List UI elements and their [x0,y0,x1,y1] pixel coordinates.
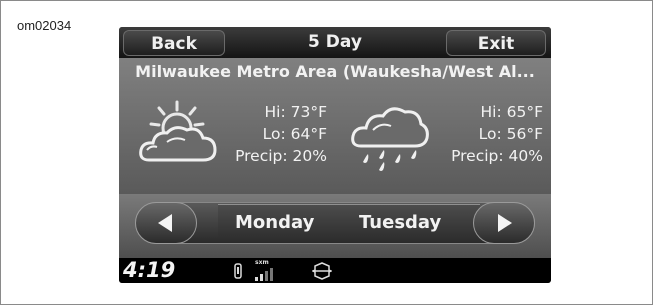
day1-lo: Lo: 64°F [262,125,327,143]
harley-logo-icon [312,262,332,280]
day1-precip: Precip: 20% [235,147,327,165]
page-title: 5 Day [308,32,362,52]
back-button[interactable]: Back [123,30,225,56]
day2-stats: Hi: 65°F Lo: 56°F Precip: 40% [429,101,543,167]
day-label-2[interactable]: Tuesday [359,202,441,244]
day1-stats: Hi: 73°F Lo: 64°F Precip: 20% [219,101,327,167]
exit-button[interactable]: Exit [446,30,546,56]
infotainment-screen: Back 5 Day Exit Milwaukee Metro Area (Wa… [119,27,551,283]
partly-cloudy-icon [139,100,217,162]
forecast-panel: Milwaukee Metro Area (Waukesha/West Al..… [119,58,551,194]
sxm-label: sxm [255,259,269,266]
figure-label: om02034 [17,18,72,33]
day2-precip: Precip: 40% [451,147,543,165]
right-arrow-icon [498,214,512,232]
day-navigation: Monday Tuesday [119,194,551,258]
location-label: Milwaukee Metro Area (Waukesha/West Al..… [135,62,535,81]
next-day-button[interactable] [473,202,535,244]
previous-day-button[interactable] [135,202,197,244]
left-arrow-icon [158,214,172,232]
rain-icon [351,107,429,171]
day2-hi: Hi: 65°F [480,103,544,121]
day1-hi: Hi: 73°F [264,103,328,121]
clock: 4:19 [123,258,176,282]
sxm-signal-icon [255,268,273,281]
phone-icon [234,263,242,279]
day2-lo: Lo: 56°F [478,125,543,143]
header-bar: Back 5 Day Exit [119,27,551,58]
day-label-1[interactable]: Monday [235,202,314,244]
status-bar: 4:19 sxm [119,258,551,283]
